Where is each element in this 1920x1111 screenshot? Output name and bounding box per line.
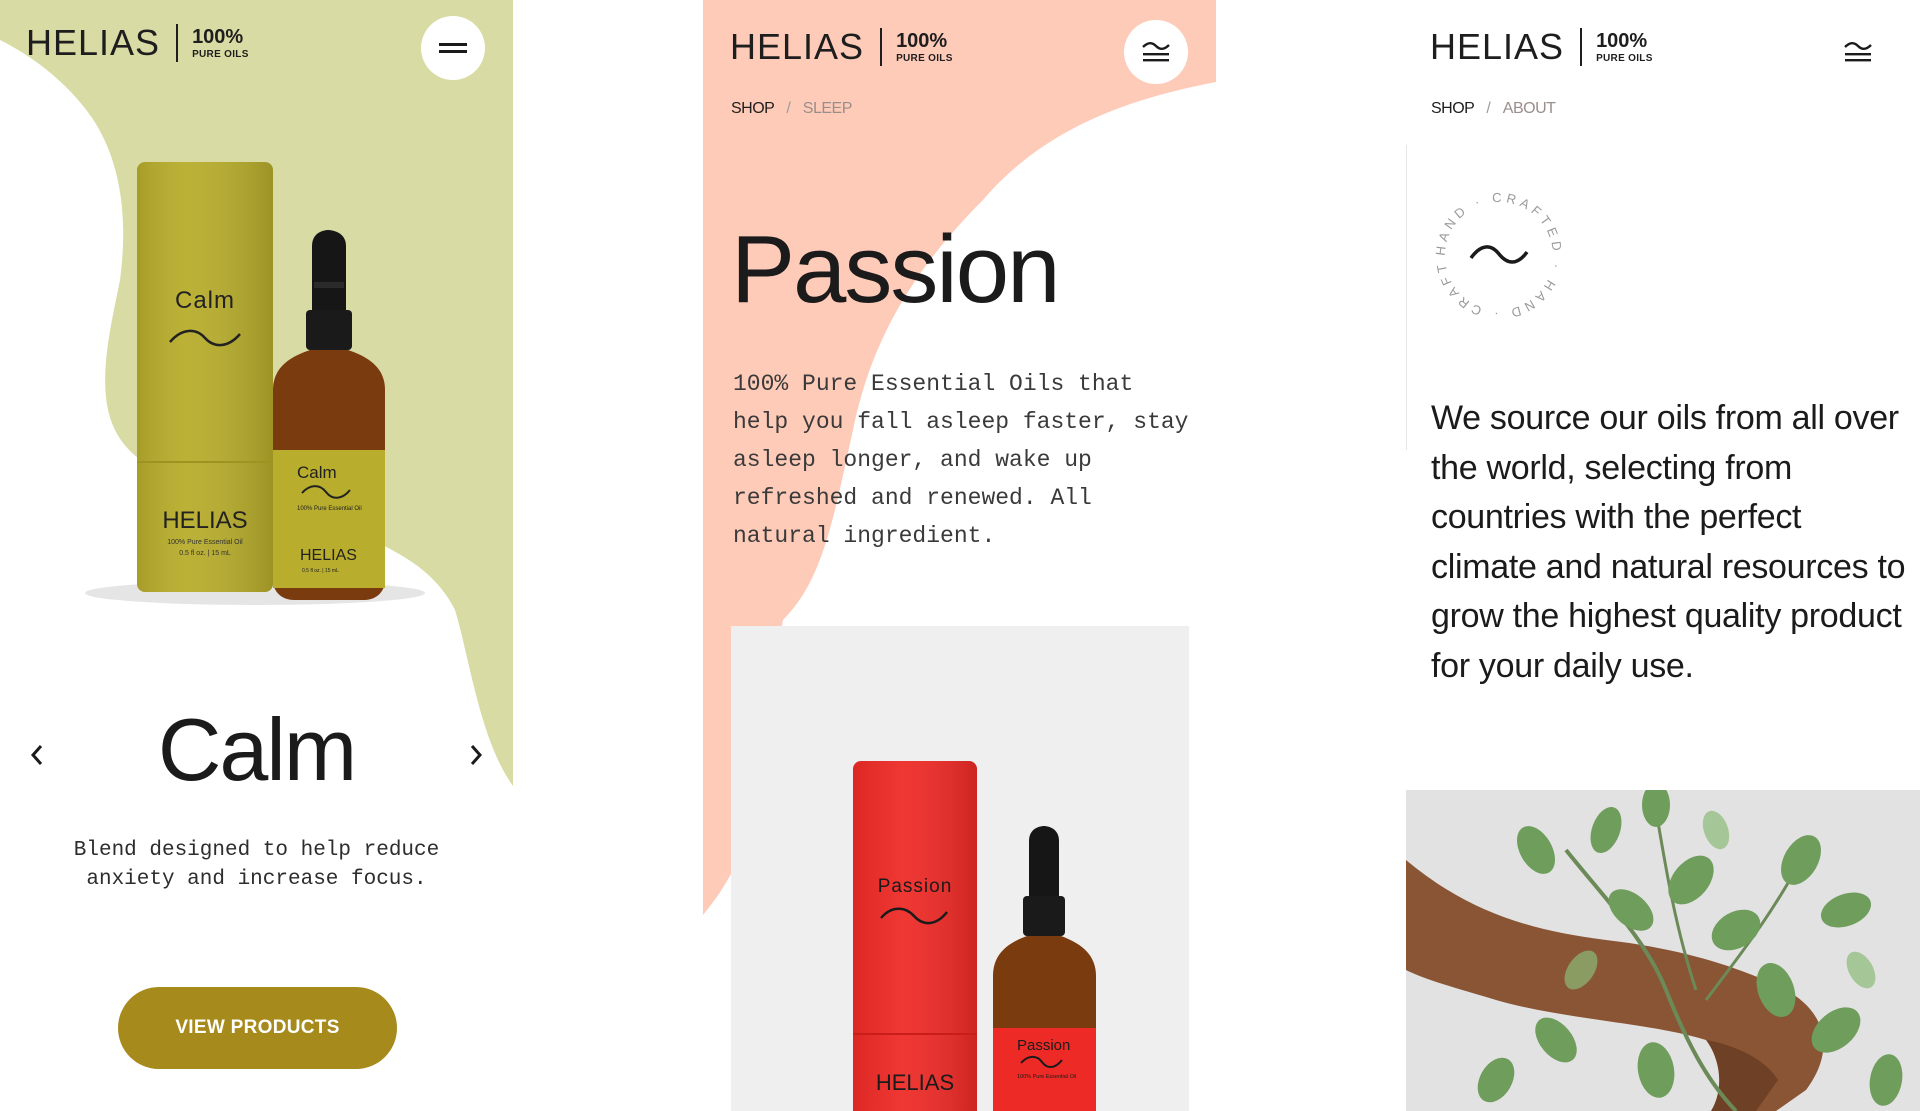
- calm-product-screen: HELIAS 100% PURE OILS Calm HELIAS 100% P…: [0, 0, 513, 1111]
- passion-box-label: Passion: [878, 876, 953, 897]
- calm-bottle-label: Calm: [297, 463, 337, 482]
- passion-bottle-fine-print: 100% Pure Essential Oil: [1017, 1074, 1076, 1080]
- breadcrumb-shop[interactable]: SHOP: [731, 100, 775, 118]
- passion-box-brand: HELIAS: [876, 1070, 954, 1095]
- breadcrumb-separator: /: [786, 100, 791, 117]
- wave-menu-icon: [1142, 41, 1170, 62]
- menu-button[interactable]: [1836, 30, 1880, 74]
- brand-wordmark: HELIAS: [730, 26, 865, 67]
- calm-bottle-fine-print: 100% Pure Essential Oil: [297, 506, 362, 512]
- brand-logo[interactable]: HELIAS 100% PURE OILS: [730, 28, 953, 66]
- brand-divider: [176, 24, 179, 62]
- about-photo: [1406, 790, 1920, 1111]
- breadcrumb-shop[interactable]: SHOP: [1431, 100, 1475, 118]
- breadcrumb-separator: /: [1486, 100, 1491, 117]
- hamburger-icon: [439, 43, 467, 53]
- passion-bottle-label: Passion: [1017, 1037, 1070, 1054]
- product-description: Blend designed to help reduce anxiety an…: [73, 839, 440, 891]
- passion-product-photo: Passion HELIAS Passion 100% Pure Essenti…: [731, 626, 1189, 1111]
- breadcrumb-about[interactable]: ABOUT: [1503, 100, 1556, 118]
- brand-tagline: 100% PURE OILS: [192, 27, 249, 60]
- brand-logo[interactable]: HELIAS 100% PURE OILS: [1430, 28, 1653, 66]
- brand-wordmark: HELIAS: [1430, 26, 1565, 67]
- brand-pure-oils: PURE OILS: [1596, 52, 1653, 64]
- breadcrumb-sleep[interactable]: SLEEP: [803, 100, 853, 118]
- calm-bottle-volume: 0.5 fl oz. | 15 mL: [302, 568, 339, 574]
- wave-menu-icon: [1844, 41, 1872, 62]
- brand-percent: 100%: [192, 25, 244, 48]
- product-title: Passion: [731, 216, 1061, 323]
- divider-line: [1406, 145, 1407, 450]
- calm-box-fine-print: 100% Pure Essential Oil: [167, 539, 243, 546]
- brand-tagline: 100% PURE OILS: [896, 31, 953, 64]
- brand-percent: 100%: [1596, 29, 1648, 52]
- brand-tagline: 100% PURE OILS: [1596, 31, 1653, 64]
- passion-product-screen: HELIAS 100% PURE OILS SHOP / SLEEP Passi…: [703, 0, 1216, 1111]
- menu-button[interactable]: [1124, 20, 1188, 84]
- brand-logo[interactable]: HELIAS 100% PURE OILS: [26, 24, 249, 62]
- calm-box-brand: HELIAS: [162, 507, 247, 534]
- calm-product-image: Calm HELIAS 100% Pure Essential Oil 0.5 …: [85, 162, 425, 605]
- passion-product-image: Passion HELIAS Passion 100% Pure Essenti…: [853, 761, 1096, 1111]
- eucalyptus-hand-photo: [1406, 790, 1920, 1111]
- product-title: Calm: [157, 700, 357, 799]
- wave-icon: [1469, 245, 1529, 264]
- brand-pure-oils: PURE OILS: [896, 52, 953, 64]
- brand-divider: [880, 28, 883, 66]
- calm-box-volume: 0.5 fl oz. | 15 mL: [179, 550, 231, 557]
- product-description: 100% Pure Essential Oils that help you f…: [733, 371, 1189, 549]
- menu-button[interactable]: [421, 16, 485, 80]
- breadcrumb: SHOP / SLEEP: [731, 100, 852, 118]
- hand-crafted-badge: HAND · CRAFTED · HAND · CRAFTED ·: [1431, 188, 1561, 322]
- about-body-text: We source our oils from all over the wor…: [1431, 399, 1906, 685]
- calm-bottle-brand: HELIAS: [300, 547, 357, 564]
- brand-divider: [1580, 28, 1583, 66]
- brand-pure-oils: PURE OILS: [192, 48, 249, 60]
- calm-box-label: Calm: [175, 287, 235, 314]
- about-screen: HELIAS 100% PURE OILS SHOP / ABOUT HAND …: [1406, 0, 1920, 1111]
- brand-percent: 100%: [896, 29, 948, 52]
- view-products-button[interactable]: VIEW PRODUCTS: [118, 987, 397, 1069]
- breadcrumb: SHOP / ABOUT: [1431, 100, 1556, 118]
- brand-wordmark: HELIAS: [26, 22, 161, 63]
